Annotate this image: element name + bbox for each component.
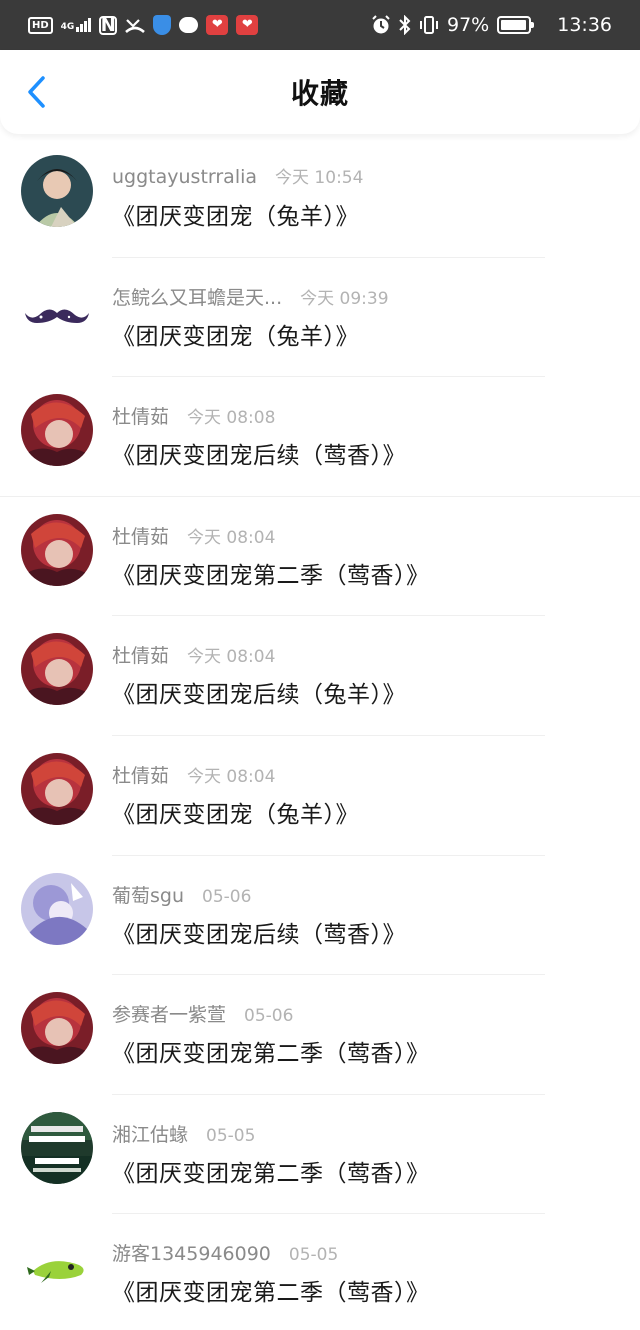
avatar[interactable] [21, 992, 93, 1065]
app-heart-icon: ❤ [236, 15, 259, 35]
network-type: 4G [60, 22, 75, 32]
status-right: 97% 13:36 [371, 14, 612, 36]
author-name[interactable]: 杜倩茹 [112, 402, 169, 429]
author-name[interactable]: 游客1345946090 [112, 1239, 271, 1266]
list-item[interactable]: 杜倩茹 今天 08:08 《团厌变团宠后续（莺香）》 [0, 377, 640, 497]
list-item[interactable]: 参赛者一紫萱 05-06 《团厌变团宠第二季（莺香）》 [0, 975, 640, 1095]
item-meta: 杜倩茹 今天 08:08 [112, 402, 275, 429]
timestamp: 今天 08:04 [187, 647, 276, 668]
item-meta: 杜倩茹 今天 08:04 [112, 761, 275, 788]
item-meta: 葡萄sgu 05-06 [112, 881, 251, 908]
timestamp: 今天 08:04 [187, 527, 276, 548]
item-meta: uggtayustrralia 今天 10:54 [112, 163, 363, 188]
avatar[interactable] [21, 752, 93, 825]
app-heart-icon: ❤ [206, 15, 229, 35]
avatar[interactable] [21, 1111, 93, 1184]
list-item[interactable]: 游客1345946090 05-05 《团厌变团宠第二季（莺香）》 [0, 1214, 640, 1330]
missed-call-icon [125, 16, 146, 34]
chevron-left-icon [28, 76, 45, 108]
list-item[interactable]: 怎鲩么又耳蟾是天... 今天 09:39 《团厌变团宠（兔羊）》 [0, 258, 640, 378]
clock: 13:36 [557, 14, 612, 36]
item-meta: 游客1345946090 05-05 [112, 1239, 338, 1266]
author-name[interactable]: 杜倩茹 [112, 761, 169, 788]
list-item[interactable]: uggtayustrralia 今天 10:54 《团厌变团宠（兔羊）》 [0, 138, 640, 258]
timestamp: 05-05 [206, 1125, 256, 1146]
author-name[interactable]: uggtayustrralia [112, 166, 257, 188]
list-item[interactable]: 葡萄sgu 05-06 《团厌变团宠后续（莺香）》 [0, 856, 640, 976]
avatar[interactable] [21, 394, 93, 467]
item-meta: 湘江估蝝 05-05 [112, 1120, 255, 1147]
story-title[interactable]: 《团厌变团宠后续（莺香）》 [112, 436, 406, 470]
status-left: HD 4G N ❤ ❤ [28, 14, 259, 36]
author-name[interactable]: 参赛者一紫萱 [112, 1000, 226, 1027]
list-item[interactable]: 湘江估蝝 05-05 《团厌变团宠第二季（莺香）》 [0, 1095, 640, 1215]
story-title[interactable]: 《团厌变团宠第二季（莺香）》 [112, 1034, 430, 1068]
vibrate-icon [419, 15, 439, 35]
status-bar: HD 4G N ❤ ❤ 97% 13:36 [0, 0, 640, 50]
item-meta: 参赛者一紫萱 05-06 [112, 1000, 293, 1027]
item-meta: 杜倩茹 今天 08:04 [112, 641, 275, 668]
timestamp: 05-06 [202, 886, 252, 907]
author-name[interactable]: 怎鲩么又耳蟾是天... [112, 283, 282, 310]
timestamp: 今天 09:39 [300, 288, 389, 309]
author-name[interactable]: 杜倩茹 [112, 641, 169, 668]
message-icon [179, 17, 199, 33]
avatar[interactable] [21, 513, 93, 586]
story-title[interactable]: 《团厌变团宠（兔羊）》 [112, 197, 359, 231]
story-title[interactable]: 《团厌变团宠第二季（莺香）》 [112, 1273, 430, 1307]
avatar[interactable] [21, 633, 93, 706]
avatar[interactable] [21, 872, 93, 945]
author-name[interactable]: 杜倩茹 [112, 522, 169, 549]
alarm-icon [371, 15, 391, 35]
story-title[interactable]: 《团厌变团宠后续（莺香）》 [112, 915, 406, 949]
story-title[interactable]: 《团厌变团宠第二季（莺香）》 [112, 1154, 430, 1188]
timestamp: 05-06 [244, 1006, 294, 1027]
item-meta: 杜倩茹 今天 08:04 [112, 522, 275, 549]
story-title[interactable]: 《团厌变团宠（兔羊）》 [112, 317, 359, 351]
story-title[interactable]: 《团厌变团宠（兔羊）》 [112, 795, 359, 829]
back-button[interactable] [14, 70, 58, 114]
hd-badge: HD [28, 16, 53, 34]
list-item[interactable]: 杜倩茹 今天 08:04 《团厌变团宠后续（兔羊）》 [0, 616, 640, 736]
avatar[interactable] [21, 1231, 93, 1304]
list-item[interactable]: 杜倩茹 今天 08:04 《团厌变团宠（兔羊）》 [0, 736, 640, 856]
timestamp: 今天 08:04 [187, 766, 276, 787]
battery-percent: 97% [447, 14, 490, 36]
author-name[interactable]: 湘江估蝝 [112, 1120, 188, 1147]
timestamp: 今天 08:08 [187, 408, 276, 429]
avatar[interactable] [21, 155, 93, 227]
list-item[interactable]: 杜倩茹 今天 08:04 《团厌变团宠第二季（莺香）》 [0, 497, 640, 617]
story-title[interactable]: 《团厌变团宠第二季（莺香）》 [112, 556, 430, 590]
signal-icon: 4G [61, 18, 92, 32]
story-title[interactable]: 《团厌变团宠后续（兔羊）》 [112, 675, 406, 709]
author-name[interactable]: 葡萄sgu [112, 881, 184, 908]
timestamp: 05-05 [288, 1245, 339, 1266]
nav-header: 收藏 [0, 50, 640, 134]
bluetooth-icon [399, 15, 411, 35]
battery-icon [497, 16, 535, 34]
avatar[interactable] [21, 274, 93, 347]
nfc-icon: N [99, 14, 118, 36]
favorites-list: uggtayustrralia 今天 10:54 《团厌变团宠（兔羊）》 怎鲩么又耳蟾… [0, 138, 640, 1330]
timestamp: 今天 10:54 [275, 168, 364, 188]
shield-icon [153, 15, 172, 35]
item-meta: 怎鲩么又耳蟾是天... 今天 09:39 [112, 283, 389, 310]
page-title: 收藏 [290, 77, 349, 110]
